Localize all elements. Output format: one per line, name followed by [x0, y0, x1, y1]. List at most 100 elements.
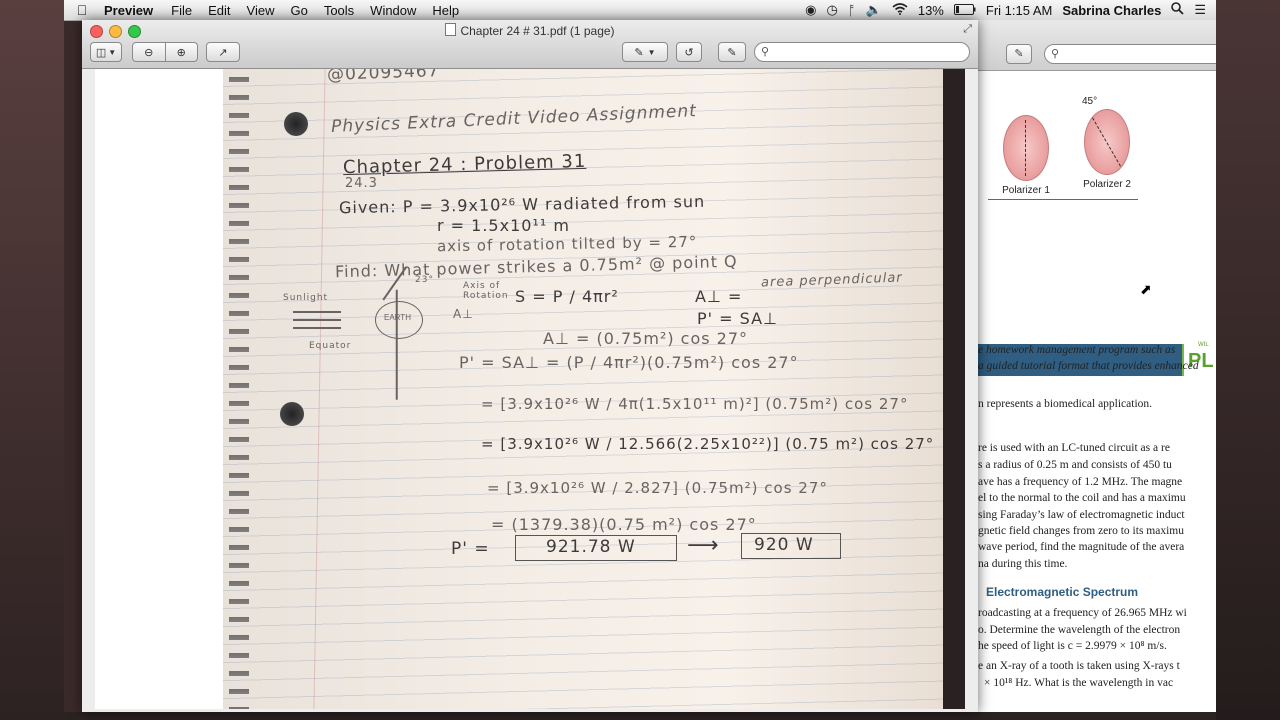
problem-line-3: ave has a frequency of 1.2 MHz. The magn…	[978, 476, 1183, 488]
edit-toolbar-button[interactable]: ✎	[718, 42, 746, 62]
menu-view[interactable]: View	[239, 3, 283, 18]
axis-label: Axis of Rotation	[463, 281, 509, 301]
spectrum-line-4: e an X-ray of a tooth is taken using X-r…	[978, 660, 1180, 672]
problem-line-7: wave period, find the magnitude of the a…	[978, 541, 1185, 553]
background-document-page: Polarizer 1 45° Polarizer 2 ⬈ PL WIL e h…	[978, 71, 1216, 712]
problem-line-8: na during this time.	[978, 558, 1068, 570]
polarizer-axis-line	[988, 199, 1138, 200]
p-prime-def: P' = SA⊥	[697, 309, 778, 328]
result-arrow: ⟶	[687, 533, 720, 558]
polarizer-1-figure: Polarizer 1	[1000, 115, 1052, 196]
polarizer-1-lens	[1003, 115, 1049, 181]
mouse-cursor-icon: ⬈	[1140, 281, 1152, 297]
a-perp-label: A⊥ =	[695, 287, 743, 306]
window-titlebar: Chapter 24 # 31.pdf (1 page) ⤢ ◫ ▼ ⊖ ⊕ ↗ …	[82, 20, 978, 69]
screen-frame-left	[0, 0, 64, 720]
share-icon: ↗	[218, 46, 228, 59]
user-name[interactable]: Sabrina Charles	[1062, 3, 1161, 18]
problem-line-1: re is used with an LC-tuned circuit as a…	[978, 442, 1170, 454]
spectrum-line-3: he speed of light is c = 2.9979 × 10⁸ m/…	[978, 640, 1167, 652]
step-4: = [3.9x10²⁶ W / 2.827] (0.75m²) cos 27°	[487, 479, 828, 497]
section-number: 24.3	[345, 176, 378, 191]
time-machine-icon[interactable]: ◷	[827, 2, 838, 18]
spectrum-line-2: o. Determine the wavelength of the elect…	[978, 624, 1181, 636]
rotate-icon: ↺	[684, 46, 694, 59]
volume-icon[interactable]: 🔈	[866, 2, 882, 18]
rotate-button[interactable]: ↺	[676, 42, 702, 62]
polarizer-1-label: Polarizer 1	[1002, 185, 1050, 196]
screen-frame-right	[1216, 0, 1280, 720]
background-search-input[interactable]: ⚲	[1044, 44, 1216, 64]
zoom-in-icon[interactable]: ⊕	[166, 46, 198, 59]
battery-icon[interactable]	[953, 3, 976, 18]
search-input[interactable]: ⚲	[754, 42, 970, 62]
sidebar-view-button[interactable]: ◫ ▼	[90, 42, 122, 62]
record-icon[interactable]: ◉	[805, 2, 816, 18]
menu-edit[interactable]: Edit	[200, 3, 238, 18]
fullscreen-icon[interactable]: ⤢	[963, 23, 972, 36]
angle-23-label: 23°	[415, 275, 434, 285]
step-5: = (1379.38)(0.75 m²) cos 27°	[491, 515, 757, 534]
polarizer-2-lens	[1084, 109, 1130, 175]
background-document-window: ✎ ⚲ Polarizer 1 45° Polarizer 2 ⬈ PL WIL…	[978, 20, 1216, 712]
battery-percent: 13%	[917, 2, 944, 18]
problem-line-5: sing Faraday’s law of electromagnetic in…	[978, 509, 1185, 521]
menu-go[interactable]: Go	[282, 3, 315, 18]
pdf-file-icon	[445, 23, 457, 36]
given-line-2: r = 1.5x10¹¹ m	[437, 216, 570, 235]
problem-line-4: el to the normal to the coil and has a m…	[978, 492, 1186, 504]
clock[interactable]: Fri 1:15 AM	[986, 3, 1052, 18]
chevron-down-icon: ▼	[108, 47, 117, 57]
chevron-down-icon: ▼	[647, 47, 656, 57]
sunlight-ray	[293, 311, 341, 313]
wifi-icon[interactable]	[892, 2, 908, 18]
step-1: P' = SA⊥ = (P / 4πr²)(0.75m²) cos 27°	[459, 353, 799, 372]
bluetooth-icon[interactable]: ᚩ	[848, 3, 856, 18]
a-perp-value: A⊥ = (0.75m²) cos 27°	[543, 329, 749, 348]
paragraph-a-line-2: a guided tutorial format that provides e…	[978, 360, 1199, 372]
a-perp-sketch-label: A⊥	[453, 307, 474, 321]
spotlight-search-icon[interactable]	[1171, 2, 1184, 18]
search-icon: ⚲	[1051, 48, 1060, 60]
sidebar-icon: ◫	[95, 46, 107, 59]
annotate-icon: ✎	[727, 46, 737, 59]
pen-icon: ✎	[634, 46, 644, 59]
paragraph-b-line: n represents a biomedical application.	[978, 398, 1153, 410]
zoom-out-icon[interactable]: ⊖	[133, 46, 165, 59]
photo-dark-edge	[943, 69, 965, 709]
notification-center-icon[interactable]: ☰	[1194, 2, 1206, 18]
sunlight-ray	[293, 319, 341, 321]
earth-sketch: EARTH	[375, 301, 423, 339]
document-view[interactable]: @02095467 Physics Extra Credit Video Ass…	[95, 69, 965, 709]
axis-line	[396, 289, 398, 400]
notebook-page-photo: @02095467 Physics Extra Credit Video Ass…	[223, 69, 943, 709]
final-label: P' =	[451, 539, 490, 559]
menu-app-name[interactable]: Preview	[100, 3, 163, 18]
background-toolbar: ✎ ⚲	[978, 20, 1216, 71]
apple-menu-icon[interactable]: 	[64, 2, 100, 18]
equator-label: Equator	[309, 341, 352, 351]
rounded-answer-box: 920 W	[741, 533, 841, 559]
punch-hole	[284, 112, 308, 136]
menu-window[interactable]: Window	[362, 3, 424, 18]
step-2: = [3.9x10²⁶ W / 4π(1.5x10¹¹ m)²] (0.75m²…	[481, 395, 909, 413]
search-icon: ⚲	[761, 46, 770, 58]
share-button[interactable]: ↗	[206, 42, 240, 62]
punch-hole	[280, 402, 304, 426]
s-formula: S = P / 4πr²	[515, 287, 619, 306]
problem-line-6: gnetic field changes from zero to its ma…	[978, 525, 1184, 537]
window-title: Chapter 24 # 31.pdf (1 page)	[82, 23, 978, 38]
menu-file[interactable]: File	[163, 3, 200, 18]
section-heading: Electromagnetic Spectrum	[986, 585, 1139, 599]
menu-help[interactable]: Help	[424, 3, 467, 18]
rounded-answer: 920 W	[754, 535, 814, 555]
markup-pen-button[interactable]: ✎ ▼	[622, 42, 668, 62]
problem-line-2: s a radius of 0.25 m and consists of 450…	[978, 459, 1172, 471]
menu-tools[interactable]: Tools	[316, 3, 362, 18]
angle-label: 45°	[1082, 96, 1098, 107]
polarizer-2-label: Polarizer 2	[1083, 179, 1131, 190]
background-annotate-button[interactable]: ✎	[1006, 44, 1032, 64]
sunlight-label: Sunlight	[283, 293, 329, 303]
spectrum-line-1: roadcasting at a frequency of 26.965 MHz…	[978, 607, 1187, 619]
zoom-button-group: ⊖ ⊕	[132, 42, 198, 62]
